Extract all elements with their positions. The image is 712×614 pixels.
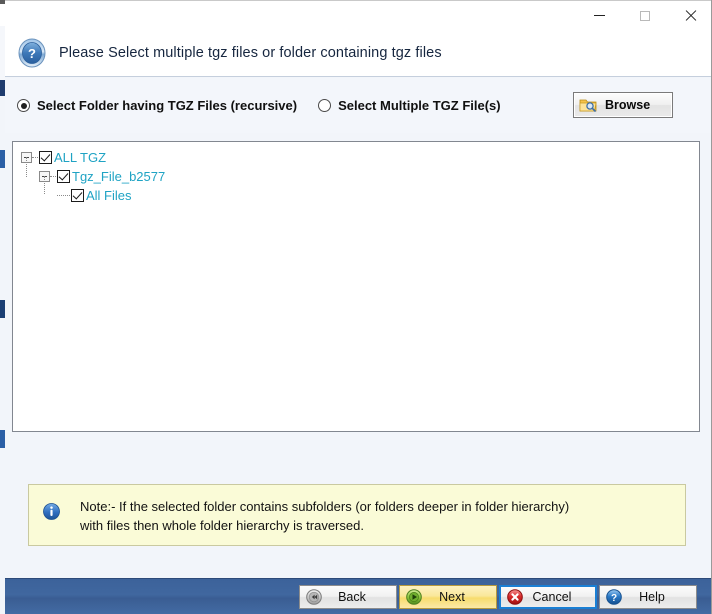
note-text: Note:- If the selected folder contains s… xyxy=(80,499,570,533)
minimize-icon xyxy=(594,15,605,16)
cancel-button[interactable]: Cancel xyxy=(499,585,597,609)
file-tree: ALL TGZ Tgz_File_b2577 All Files xyxy=(13,142,699,205)
radio-select-files[interactable]: Select Multiple TGZ File(s) xyxy=(318,98,501,113)
tree-connector xyxy=(57,194,70,197)
page-title: Please Select multiple tgz files or fold… xyxy=(59,45,442,61)
tree-connector xyxy=(50,175,56,178)
note-panel: Note:- If the selected folder contains s… xyxy=(28,484,686,546)
dialog-window: ? Please Select multiple tgz files or fo… xyxy=(0,0,712,614)
svg-text:?: ? xyxy=(28,46,36,61)
screenshot-edge-artifact xyxy=(0,0,5,614)
play-circle-icon xyxy=(406,589,422,605)
radio-select-folder-label: Select Folder having TGZ Files (recursiv… xyxy=(37,98,298,113)
minimize-button[interactable] xyxy=(577,1,622,30)
cancel-button-label: Cancel xyxy=(532,590,572,604)
question-circle-icon: ? xyxy=(18,38,46,68)
info-circle-icon xyxy=(43,503,60,520)
tree-node[interactable]: Tgz_File_b2577 xyxy=(21,157,699,186)
tree-node-checkbox[interactable] xyxy=(57,170,70,183)
next-button[interactable]: Next xyxy=(399,585,497,609)
svg-text:?: ? xyxy=(611,593,617,604)
maximize-icon xyxy=(639,10,650,21)
folder-search-icon xyxy=(579,99,597,112)
maximize-button[interactable] xyxy=(622,1,667,30)
radio-select-files-indicator xyxy=(318,99,332,112)
tree-node-label: Tgz_File_b2577 xyxy=(72,169,166,184)
close-button[interactable] xyxy=(667,1,712,30)
tree-node-checkbox[interactable] xyxy=(39,151,52,164)
tree-connector xyxy=(26,157,28,177)
radio-select-folder[interactable]: Select Folder having TGZ Files (recursiv… xyxy=(17,98,297,113)
error-circle-icon xyxy=(507,589,523,605)
question-circle-icon: ? xyxy=(606,589,622,605)
back-button[interactable]: Back xyxy=(299,585,397,609)
help-button-label: Help xyxy=(639,590,665,604)
browse-button-label: Browse xyxy=(605,98,651,112)
help-button[interactable]: ? Help xyxy=(599,585,697,609)
close-icon xyxy=(684,10,696,22)
radio-select-files-label: Select Multiple TGZ File(s) xyxy=(338,98,501,113)
tree-node-label: ALL TGZ xyxy=(54,150,107,165)
title-bar xyxy=(5,0,712,30)
tree-node[interactable]: All Files xyxy=(21,176,699,205)
file-tree-panel[interactable]: ALL TGZ Tgz_File_b2577 All Files xyxy=(12,141,700,432)
tree-connector xyxy=(44,176,46,194)
back-button-label: Back xyxy=(338,590,366,604)
browse-button[interactable]: Browse xyxy=(573,92,673,118)
radio-select-folder-indicator xyxy=(17,99,30,112)
tree-node-label: All Files xyxy=(86,188,132,203)
tree-node[interactable]: ALL TGZ xyxy=(21,148,699,167)
rewind-circle-icon xyxy=(306,589,322,605)
tree-node-checkbox[interactable] xyxy=(71,189,84,202)
tree-connector xyxy=(32,156,38,159)
dialog-header: ? Please Select multiple tgz files or fo… xyxy=(5,30,712,77)
next-button-label: Next xyxy=(439,590,465,604)
